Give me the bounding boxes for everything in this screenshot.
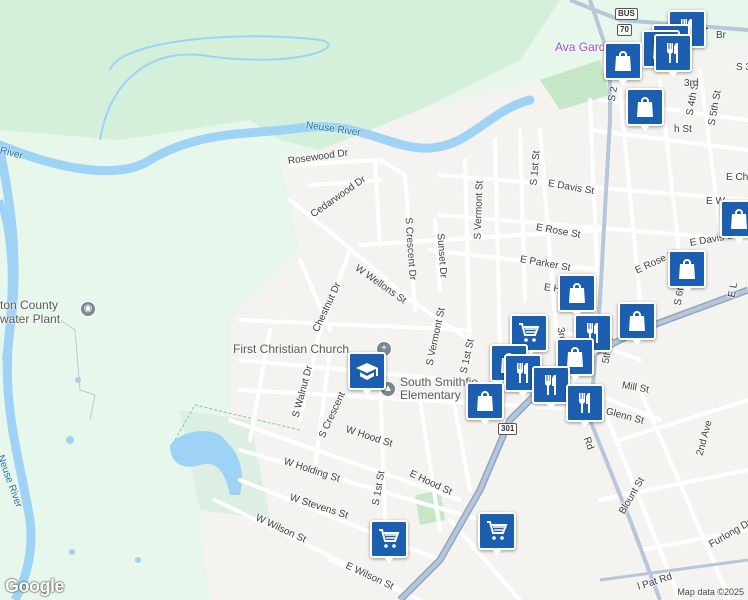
shopping-bag-marker[interactable] [626, 88, 664, 131]
restaurant-icon [579, 393, 590, 413]
shopping-bag-icon [679, 259, 695, 279]
restaurant-marker[interactable] [532, 366, 570, 409]
facility-paths [59, 319, 96, 421]
school-marker[interactable] [348, 352, 386, 395]
shopping-cart-icon [487, 521, 508, 540]
shopping-cart-marker[interactable] [478, 512, 516, 555]
map-canvas[interactable]: Neuse River Neuse River River ton County… [0, 0, 748, 600]
google-logo: Google [5, 576, 65, 596]
us-70-shield: 70 [617, 24, 632, 36]
shopping-cart-icon [379, 529, 400, 548]
shopping-bag-marker[interactable] [466, 382, 504, 425]
restaurant-marker[interactable] [566, 384, 604, 427]
shopping-bag-icon [569, 283, 585, 303]
shopping-bag-marker[interactable] [720, 200, 748, 243]
shopping-bag-icon [637, 97, 653, 117]
bus-shield: BUS [615, 8, 638, 20]
street-3rd: 3rd [684, 78, 699, 89]
street-s3: S 3 [736, 62, 748, 73]
restaurant-icon [667, 43, 678, 63]
graduation-cap-icon [356, 363, 378, 380]
shopping-bag-marker[interactable] [604, 42, 642, 85]
shopping-cart-icon [519, 323, 540, 342]
street-s-vermont-top: S Vermont St [472, 180, 486, 240]
restaurant-marker[interactable] [654, 34, 692, 77]
water-plant-icon[interactable]: ◉ [80, 301, 96, 317]
shopping-bag-icon [731, 209, 747, 229]
shopping-bag-icon [477, 391, 493, 411]
map-attribution[interactable]: Map data ©2025 [677, 587, 744, 597]
shopping-bag-icon [615, 51, 631, 71]
church-label: First Christian Church [233, 342, 350, 356]
street-h-st: h St [674, 124, 692, 135]
shopping-bag-marker[interactable] [668, 250, 706, 293]
us-301-shield: 301 [498, 423, 518, 435]
street-br: Br [716, 30, 726, 41]
restaurant-icon [545, 375, 556, 395]
shopping-cart-marker[interactable] [370, 520, 408, 563]
street-e-ch: E Ch [726, 172, 748, 183]
school-label-line2: Elementary [400, 388, 461, 402]
shopping-bag-marker[interactable] [618, 302, 656, 345]
ava-gardens-label: Ava Gard [555, 40, 606, 54]
shopping-bag-icon [629, 311, 645, 331]
water-plant-label: ton County water Plant [0, 298, 61, 326]
shopping-bag-marker[interactable] [558, 274, 596, 317]
